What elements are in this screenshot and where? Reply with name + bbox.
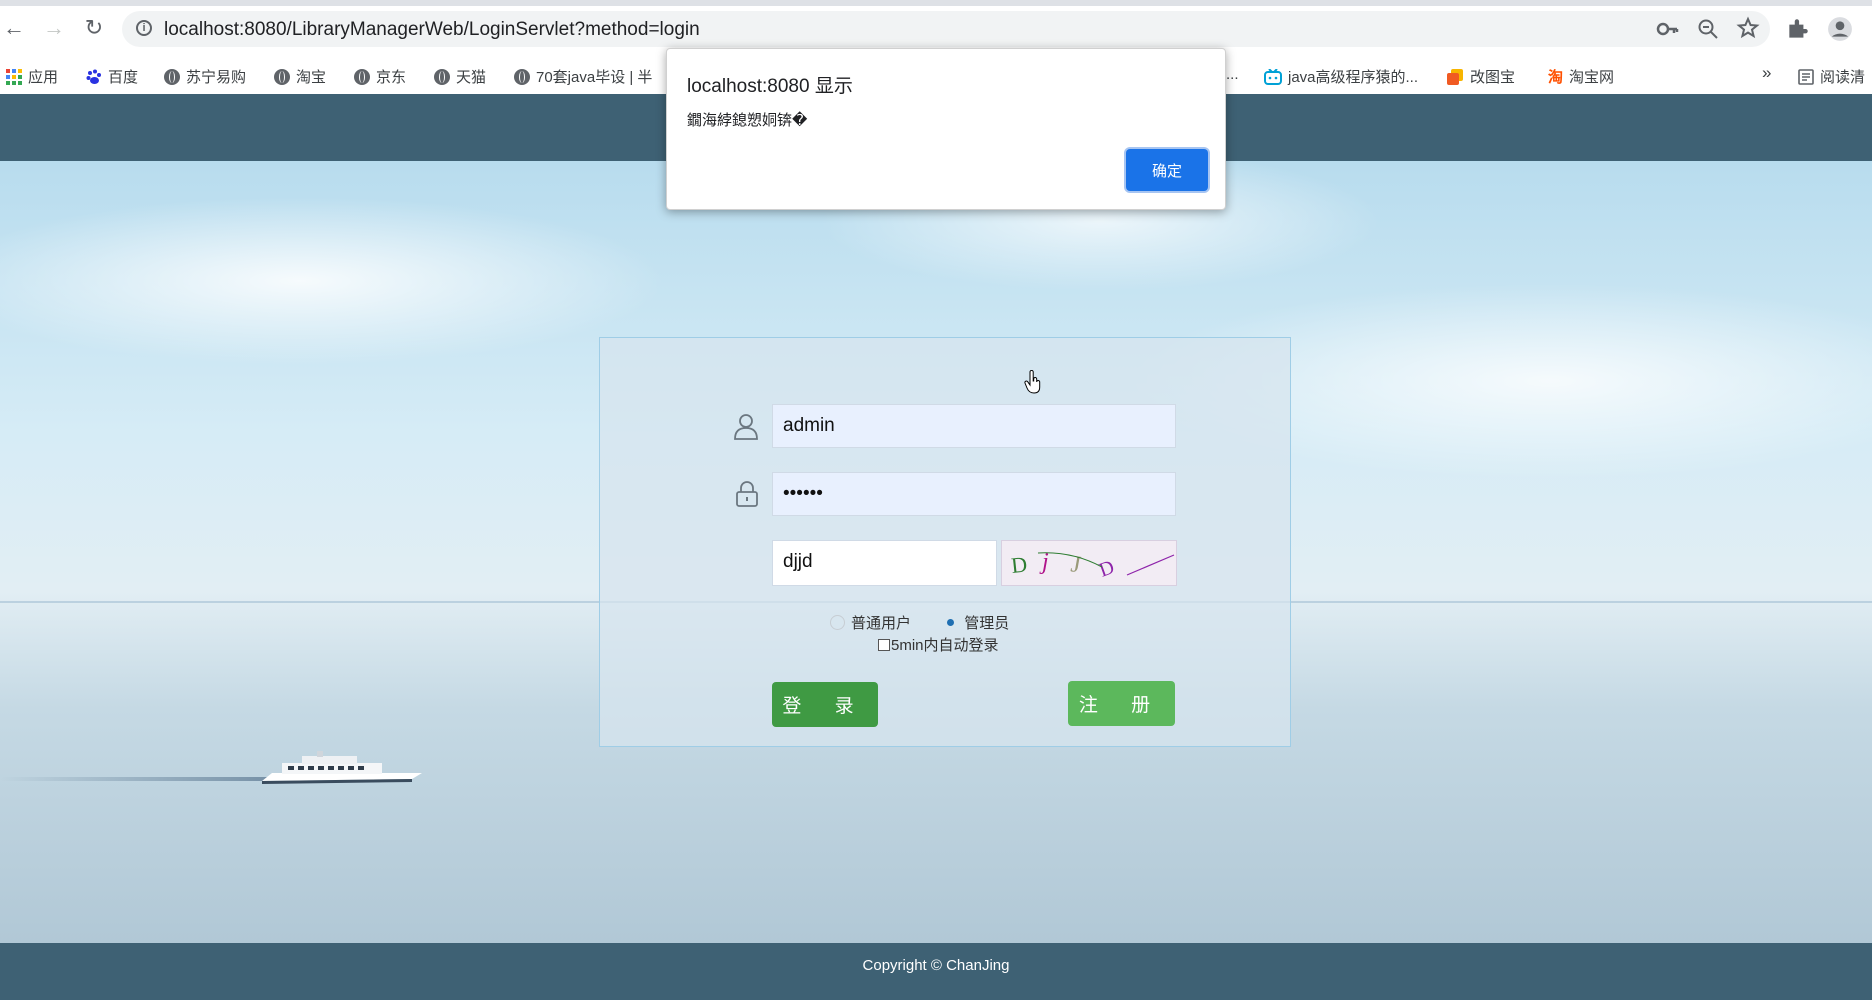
profile-avatar-icon[interactable] — [1827, 16, 1853, 42]
autologin-checkbox[interactable]: 5min内自动登录 — [878, 634, 999, 655]
reading-list-label: 阅读清 — [1820, 69, 1866, 86]
boat-wake — [0, 777, 270, 781]
apps-grid-icon — [6, 68, 22, 85]
globe-icon — [164, 68, 180, 85]
bookmark-java-projects[interactable]: 70套java毕设 | 半 — [514, 66, 652, 87]
bookmark-java-senior[interactable]: java高级程序猿的... — [1264, 66, 1418, 87]
reload-button[interactable]: ↻ — [80, 14, 108, 42]
username-input[interactable]: admin — [772, 404, 1176, 448]
key-icon[interactable] — [1656, 17, 1680, 41]
gaitubao-icon — [1447, 68, 1463, 85]
copyright-text: Copyright © ChanJing — [862, 957, 1010, 974]
bookmark-tmall[interactable]: 天猫 — [434, 66, 486, 87]
user-icon — [734, 414, 758, 440]
dialog-title: localhost:8080 显示 — [687, 76, 853, 97]
radio-circle-icon — [830, 615, 845, 630]
globe-icon — [514, 68, 530, 85]
login-page: admin •••••• djjd D j J D 普通用户 管理员 5min内… — [0, 94, 1872, 1000]
bookmark-baidu[interactable]: 百度 — [86, 66, 138, 87]
bookmark-label: 百度 — [108, 69, 139, 86]
arrow-left-icon: ← — [3, 15, 25, 40]
bookmark-taobao[interactable]: 淘宝 — [274, 66, 326, 87]
bookmark-label: java高级程序猿的... — [1288, 69, 1419, 86]
arrow-right-icon: → — [43, 15, 65, 40]
dialog-ok-button[interactable]: 确定 — [1126, 149, 1208, 191]
alert-dialog: localhost:8080 显示 鐗海綍鎴愬姛锛� 确定 — [666, 48, 1226, 210]
bookmark-label: 70套java毕设 | 半 — [536, 69, 653, 86]
captcha-char: D — [1010, 551, 1028, 578]
bookmark-label: 应用 — [28, 69, 59, 86]
reading-list-icon — [1798, 68, 1814, 85]
bookmark-label: 天猫 — [456, 69, 487, 86]
role-radio-user[interactable]: 普通用户 — [830, 612, 911, 633]
bookmark-star-icon[interactable] — [1736, 16, 1760, 40]
captcha-char: D — [1096, 556, 1117, 582]
captcha-input[interactable]: djjd — [772, 540, 997, 586]
autologin-label: 5min内自动登录 — [891, 637, 999, 654]
tab-strip — [0, 0, 1872, 6]
address-bar[interactable]: i localhost:8080/LibraryManagerWeb/Login… — [122, 11, 1770, 47]
ferry-boat-image — [262, 751, 422, 784]
globe-icon — [354, 68, 370, 85]
checkbox-icon[interactable] — [878, 638, 890, 651]
bookmark-label: 淘宝 — [296, 69, 327, 86]
baidu-paw-icon — [86, 69, 101, 84]
forward-button[interactable]: → — [40, 14, 68, 42]
globe-icon — [434, 68, 450, 85]
bookmark-label: 苏宁易购 — [186, 69, 247, 86]
lock-icon — [736, 481, 758, 507]
bookmark-apps[interactable]: 应用 — [6, 66, 58, 87]
url-text[interactable]: localhost:8080/LibraryManagerWeb/LoginSe… — [164, 19, 700, 41]
bookmark-label: 淘宝网 — [1569, 69, 1615, 86]
bookmark-suning[interactable]: 苏宁易购 — [164, 66, 246, 87]
bookmark-taobao-net[interactable]: 淘 淘宝网 — [1548, 66, 1614, 87]
role-radio-group: 普通用户 管理员 — [830, 612, 1037, 634]
taobao-icon: 淘 — [1548, 69, 1564, 86]
radio-selected-icon — [943, 615, 958, 630]
login-button[interactable]: 登 录 — [772, 682, 878, 727]
site-info-icon[interactable]: i — [136, 20, 152, 36]
password-input[interactable]: •••••• — [772, 472, 1176, 516]
bookmark-jd[interactable]: 京东 — [354, 66, 406, 87]
bilibili-icon — [1264, 68, 1282, 85]
chevron-double-right-icon: » — [1762, 63, 1772, 82]
register-button[interactable]: 注 册 — [1068, 681, 1175, 726]
role-radio-admin[interactable]: 管理员 — [943, 612, 1009, 633]
bookmark-label: ... — [1226, 66, 1239, 83]
role-label: 管理员 — [964, 615, 1010, 632]
bookmarks-overflow-button[interactable]: » — [1762, 63, 1771, 83]
captcha-graphic: D j J D — [1010, 549, 1175, 582]
role-label: 普通用户 — [851, 615, 912, 632]
hand-cursor-icon — [1024, 370, 1041, 394]
globe-icon — [274, 68, 290, 85]
back-button[interactable]: ← — [0, 14, 28, 42]
bookmark-label: 京东 — [376, 69, 407, 86]
extensions-icon[interactable] — [1785, 16, 1811, 42]
reading-list-button[interactable]: 阅读清 — [1798, 66, 1865, 87]
dialog-message: 鐗海綍鎴愬姛锛� — [687, 112, 808, 129]
bookmark-gaitubao[interactable]: 改图宝 — [1446, 66, 1515, 87]
captcha-image[interactable]: D j J D — [1001, 540, 1177, 586]
bookmark-truncated[interactable]: ... — [1226, 66, 1239, 83]
reload-icon: ↻ — [84, 15, 104, 40]
zoom-icon[interactable] — [1696, 17, 1720, 41]
bookmark-label: 改图宝 — [1470, 69, 1516, 86]
